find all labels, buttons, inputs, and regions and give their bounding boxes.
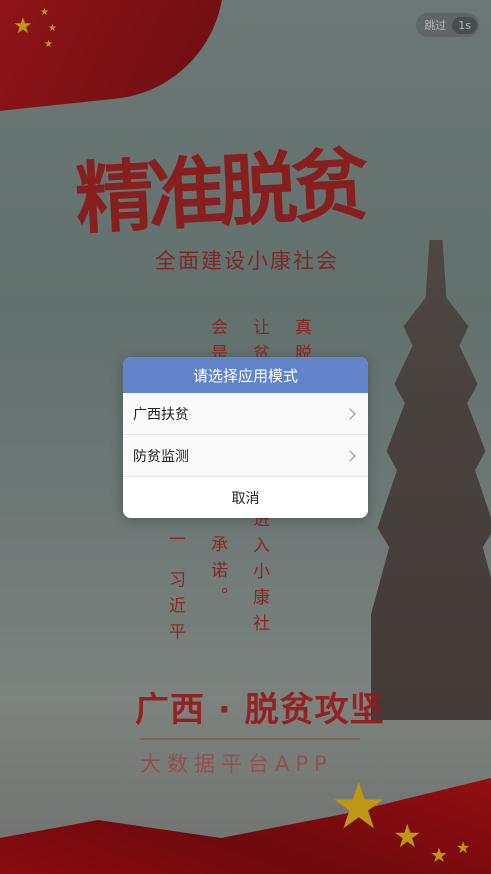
cancel-button[interactable]: 取消 xyxy=(123,477,368,518)
chevron-right-icon xyxy=(344,407,356,420)
option-guangxi-poverty[interactable]: 广西扶贫 xyxy=(123,393,368,435)
option-poverty-monitoring[interactable]: 防贫监测 xyxy=(123,435,368,477)
mode-select-dialog: 请选择应用模式 广西扶贫 防贫监测 取消 xyxy=(123,357,368,518)
option-label: 防贫监测 xyxy=(133,448,189,465)
chevron-right-icon xyxy=(344,449,356,462)
option-label: 广西扶贫 xyxy=(133,406,189,423)
dialog-title: 请选择应用模式 xyxy=(123,357,368,393)
